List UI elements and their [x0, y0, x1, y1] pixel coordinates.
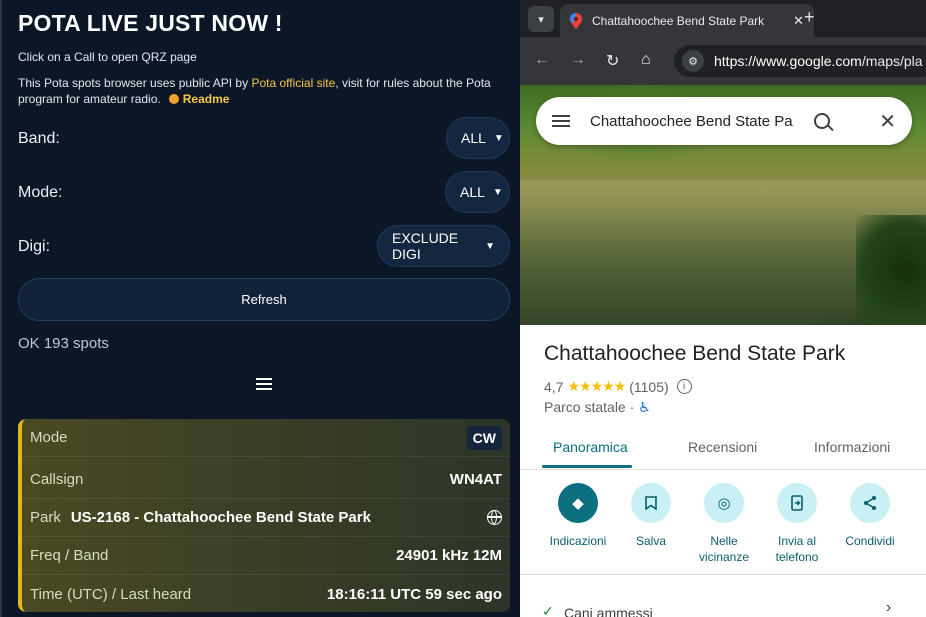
- callsign-link[interactable]: WN4AT: [450, 471, 502, 488]
- browser-window: ▾ Chattahoochee Bend State Park ✕ + ← → …: [520, 0, 926, 617]
- close-icon[interactable]: ✕: [879, 109, 896, 134]
- park-value: US-2168 - Chattahoochee Bend State Park: [70, 509, 371, 526]
- rating-stars: ★★★★★: [567, 378, 626, 394]
- action-directions[interactable]: ◆ Indicazioni: [540, 483, 616, 549]
- spot-row-mode: Mode CW: [22, 419, 510, 457]
- rating-value: 4,7: [544, 378, 564, 395]
- tab-panoramica[interactable]: Panoramica: [553, 439, 628, 455]
- tab-informazioni[interactable]: Informazioni: [814, 439, 890, 455]
- spot-row-park: Park US-2168 - Chattahoochee Bend State …: [22, 499, 510, 537]
- search-icon[interactable]: [814, 113, 830, 129]
- spot-card: Mode CW Callsign WN4AT Park US-2168 - Ch…: [18, 419, 510, 612]
- action-label: Indicazioni: [549, 534, 607, 548]
- check-icon: ✓: [542, 603, 554, 617]
- mode-badge: CW: [466, 425, 502, 450]
- site-settings-icon[interactable]: ⚙: [682, 50, 704, 72]
- readme-dot-icon: [168, 94, 179, 104]
- wheelchair-icon: ♿: [638, 399, 651, 415]
- amenity-row[interactable]: ✓ Cani ammessi ›: [520, 574, 926, 617]
- pota-official-link[interactable]: Pota official site: [251, 76, 335, 90]
- maps-search-box[interactable]: Chattahoochee Bend State Pa ✕: [536, 97, 912, 145]
- tab-search-button[interactable]: ▾: [528, 6, 554, 32]
- send-to-phone-icon: [777, 483, 817, 523]
- spot-row-callsign: Callsign WN4AT: [22, 461, 510, 499]
- tab-close-icon[interactable]: ✕: [793, 13, 804, 29]
- url-path: /maps/pla: [861, 53, 923, 69]
- search-input[interactable]: Chattahoochee Bend State Pa: [590, 113, 798, 130]
- band-label: Band:: [18, 130, 60, 147]
- freq-key: Freq / Band: [30, 547, 109, 564]
- browser-tab[interactable]: Chattahoochee Bend State Park ✕: [560, 4, 814, 37]
- share-icon: [850, 483, 890, 523]
- callsign-key: Callsign: [30, 471, 84, 488]
- subtitle: Click on a Call to open QRZ page: [18, 50, 197, 64]
- freq-value: 24901 kHz 12M: [396, 547, 502, 564]
- time-key: Time (UTC) / Last heard: [30, 585, 192, 603]
- chevron-right-icon[interactable]: ›: [886, 599, 891, 617]
- action-label: Invia al telefono: [775, 534, 819, 564]
- bookmark-icon: [631, 483, 671, 523]
- new-tab-button[interactable]: +: [804, 7, 815, 28]
- chevron-down-icon: ▼: [492, 186, 503, 198]
- browser-toolbar: ← → ↻ ⌂ ⚙ https://www.google.com/maps/pl…: [520, 37, 926, 85]
- place-title: Chattahoochee Bend State Park: [544, 342, 846, 365]
- page-title: POTA LIVE JUST NOW !: [18, 10, 283, 36]
- action-label: Nelle vicinanze: [698, 534, 750, 564]
- info-icon[interactable]: i: [676, 379, 692, 394]
- readme-link[interactable]: Readme: [183, 92, 230, 106]
- digi-select[interactable]: EXCLUDE DIGI ▼: [377, 225, 510, 267]
- digi-label: Digi:: [18, 238, 51, 255]
- tree-foliage: [856, 215, 926, 325]
- action-label: Condividi: [845, 534, 895, 548]
- mode-select[interactable]: ALL ▼: [445, 171, 510, 213]
- chevron-down-icon: ▼: [493, 132, 504, 144]
- spot-row-freq: Freq / Band 24901 kHz 12M: [22, 537, 510, 575]
- mode-key: Mode: [30, 429, 68, 446]
- mode-label: Mode:: [18, 184, 63, 201]
- home-icon[interactable]: ⌂: [641, 51, 651, 69]
- url-host: https://www.google.com: [714, 53, 862, 69]
- pota-app: POTA LIVE JUST NOW ! Click on a Call to …: [0, 0, 520, 617]
- rating-row: 4,7 ★★★★★ (1105) i: [544, 378, 692, 395]
- band-select-value: ALL: [461, 130, 486, 146]
- time-value: 18:16:11 UTC 59 sec ago: [326, 585, 502, 603]
- chevron-down-icon: ▼: [485, 240, 495, 252]
- refresh-button[interactable]: Refresh: [18, 278, 510, 321]
- amenity-text: Cani ammessi: [564, 605, 653, 617]
- action-label: Salva: [635, 534, 667, 548]
- action-nearby[interactable]: ◎ Nelle vicinanze: [686, 483, 762, 565]
- place-type: Parco statale · ♿: [544, 399, 651, 416]
- menu-icon[interactable]: [256, 378, 272, 391]
- forward-arrow-icon[interactable]: →: [570, 51, 586, 69]
- action-share[interactable]: Condividi: [832, 483, 908, 549]
- digi-select-value: EXCLUDE DIGI: [392, 230, 459, 262]
- action-send-to-phone[interactable]: Invia al telefono: [759, 483, 835, 565]
- tab-recensioni[interactable]: Recensioni: [688, 439, 757, 455]
- globe-icon[interactable]: [487, 510, 502, 525]
- info-prefix: This Pota spots browser uses public API …: [18, 76, 252, 90]
- reload-icon[interactable]: ↻: [606, 51, 619, 71]
- maps-pin-icon: [570, 12, 582, 29]
- rating-count[interactable]: (1105): [629, 379, 668, 395]
- url-text: https://www.google.com/maps/pla: [714, 53, 923, 69]
- park-key: Park: [30, 509, 61, 526]
- spot-row-time: Time (UTC) / Last heard 18:16:11 UTC 59 …: [22, 575, 510, 612]
- action-save[interactable]: Salva: [613, 483, 689, 549]
- status-text: OK 193 spots: [18, 335, 109, 352]
- tab-title: Chattahoochee Bend State Park: [592, 13, 765, 28]
- place-type-text[interactable]: Parco statale ·: [544, 399, 634, 415]
- active-tab-indicator: [542, 465, 632, 468]
- tab-bar: ▾ Chattahoochee Bend State Park ✕ +: [520, 0, 926, 37]
- address-bar[interactable]: ⚙ https://www.google.com/maps/pla: [674, 45, 926, 77]
- menu-icon[interactable]: [552, 115, 570, 127]
- mode-select-value: ALL: [460, 184, 485, 200]
- back-arrow-icon[interactable]: ←: [534, 51, 550, 69]
- nearby-icon: ◎: [704, 483, 744, 523]
- maps-tabs: Panoramica Recensioni Informazioni: [520, 425, 926, 470]
- info-text: This Pota spots browser uses public API …: [18, 75, 498, 107]
- directions-icon: ◆: [558, 483, 598, 523]
- band-select[interactable]: ALL ▼: [446, 117, 510, 159]
